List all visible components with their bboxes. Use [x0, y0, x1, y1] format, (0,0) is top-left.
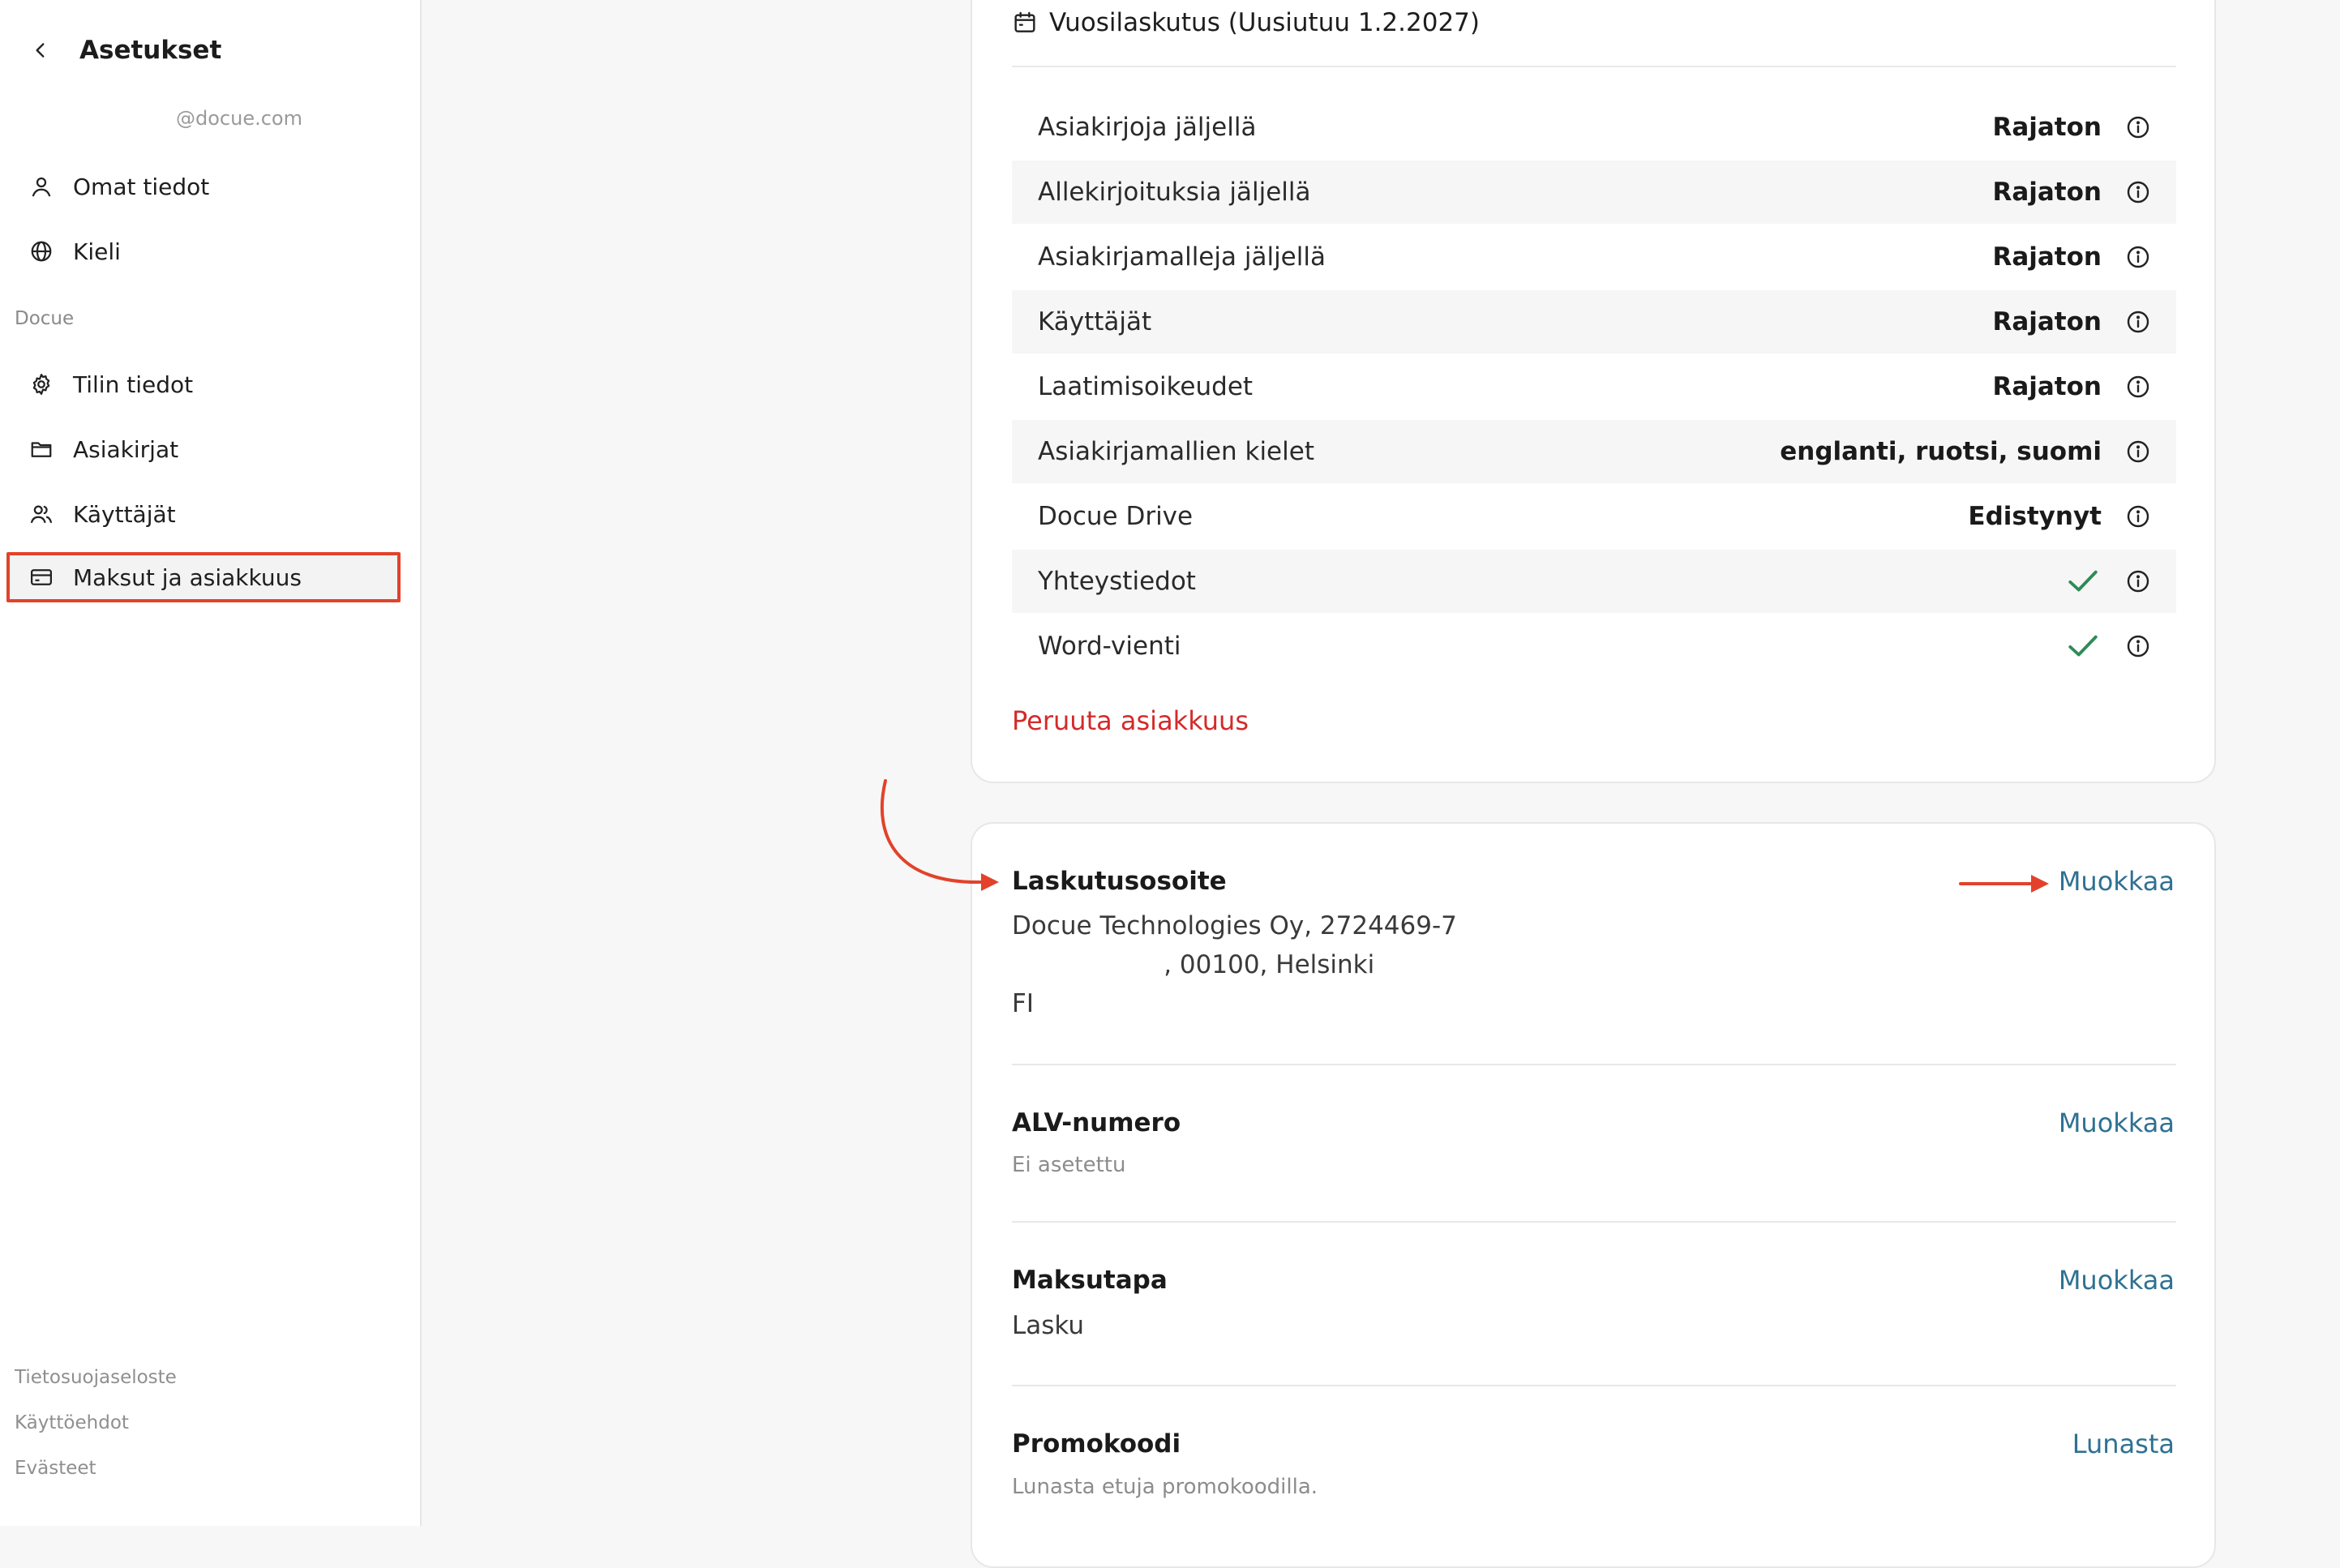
feature-name: Asiakirjamallien kielet: [1038, 437, 1314, 466]
vat-number-value: Ei asetettu: [1012, 1153, 1126, 1177]
info-icon[interactable]: [2124, 438, 2152, 465]
payment-method-title: Maksutapa: [1012, 1266, 1168, 1295]
users-icon: [28, 500, 55, 528]
feature-row: Docue Drive Edistynyt: [1012, 485, 2176, 548]
info-icon[interactable]: [2124, 568, 2152, 595]
cancel-subscription-link[interactable]: Peruuta asiakkuus: [1012, 705, 1249, 736]
feature-row: Asiakirjamalleja jäljellä Rajaton: [1012, 225, 2176, 289]
sidebar-section-label: Docue: [15, 308, 75, 329]
feature-row: Allekirjoituksia jäljellä Rajaton: [1012, 161, 2176, 224]
feature-name: Allekirjoituksia jäljellä: [1038, 178, 1311, 207]
sidebar-item-omat-tiedot[interactable]: Omat tiedot: [8, 160, 399, 213]
redeem-promo-code-link[interactable]: Lunasta: [2072, 1429, 2175, 1459]
sidebar-item-label: Tilin tiedot: [73, 371, 194, 398]
divider: [1012, 1064, 2176, 1065]
sidebar-title: Asetukset: [79, 36, 222, 65]
info-icon[interactable]: [2124, 178, 2152, 206]
privacy-policy-link[interactable]: Tietosuojaseloste: [15, 1367, 177, 1388]
feature-name: Laatimisoikeudet: [1038, 372, 1254, 401]
globe-icon: [28, 238, 55, 265]
edit-payment-method-link[interactable]: Muokkaa: [2059, 1265, 2175, 1296]
sidebar-item-tilin-tiedot[interactable]: Tilin tiedot: [8, 358, 399, 411]
billing-address-line2: , 00100, Helsinki: [1012, 950, 1375, 979]
sidebar-item-kayttajat[interactable]: Käyttäjät: [8, 487, 399, 541]
feature-row: Asiakirjoja jäljellä Rajaton: [1012, 96, 2176, 159]
sidebar-item-label: Kieli: [73, 238, 121, 265]
feature-name: Word-vienti: [1038, 632, 1181, 661]
account-email: @docue.com: [176, 107, 302, 130]
feature-name: Käyttäjät: [1038, 307, 1152, 336]
feature-name: Asiakirjamalleja jäljellä: [1038, 242, 1326, 272]
promo-code-description: Lunasta etuja promokoodilla.: [1012, 1475, 1318, 1499]
check-icon: [2064, 565, 2102, 598]
edit-vat-number-link[interactable]: Muokkaa: [2059, 1107, 2175, 1138]
divider: [1012, 1385, 2176, 1386]
info-icon[interactable]: [2124, 503, 2152, 530]
feature-name: Asiakirjoja jäljellä: [1038, 113, 1257, 142]
feature-row: Asiakirjamallien kielet englanti, ruotsi…: [1012, 420, 2176, 483]
info-icon[interactable]: [2124, 373, 2152, 401]
billing-address-title: Laskutusosoite: [1012, 867, 1227, 896]
feature-value: Edistynyt: [1968, 502, 2102, 531]
info-icon[interactable]: [2124, 114, 2152, 141]
back-button[interactable]: [24, 34, 57, 66]
folder-icon: [28, 435, 55, 463]
info-icon[interactable]: [2124, 243, 2152, 271]
feature-row: Yhteystiedot: [1012, 550, 2176, 613]
vat-number-title: ALV-numero: [1012, 1108, 1181, 1137]
info-icon[interactable]: [2124, 632, 2152, 660]
billing-period-label: Vuosilaskutus (Uusiutuu 1.2.2027): [1049, 8, 1480, 37]
feature-row: Käyttäjät Rajaton: [1012, 290, 2176, 353]
billing-period: Vuosilaskutus (Uusiutuu 1.2.2027): [1012, 5, 1480, 41]
chevron-left-icon: [36, 43, 45, 58]
feature-name: Docue Drive: [1038, 502, 1194, 531]
promo-code-title: Promokoodi: [1012, 1429, 1181, 1459]
sidebar-item-asiakirjat[interactable]: Asiakirjat: [8, 422, 399, 476]
check-icon: [2064, 630, 2102, 662]
calendar-icon: [1014, 11, 1035, 32]
sidebar-item-label: Asiakirjat: [73, 435, 179, 463]
gear-icon: [28, 371, 55, 398]
divider: [1012, 1221, 2176, 1223]
feature-value: Rajaton: [1992, 372, 2102, 401]
user-icon: [28, 173, 55, 200]
sidebar-item-label: Käyttäjät: [73, 500, 176, 528]
feature-value: Rajaton: [1992, 178, 2102, 207]
feature-row: Laatimisoikeudet Rajaton: [1012, 355, 2176, 418]
feature-value: Rajaton: [1992, 307, 2102, 336]
feature-row: Word-vienti: [1012, 615, 2176, 678]
credit-card-icon: [28, 563, 55, 591]
billing-address-line1: Docue Technologies Oy, 2724469-7: [1012, 911, 1457, 940]
edit-billing-address-link[interactable]: Muokkaa: [2059, 866, 2175, 897]
cookies-link[interactable]: Evästeet: [15, 1458, 96, 1479]
feature-value: Rajaton: [1992, 242, 2102, 272]
feature-name: Yhteystiedot: [1038, 567, 1196, 596]
feature-value: englanti, ruotsi, suomi: [1780, 437, 2102, 466]
billing-address-country: FI: [1012, 989, 1034, 1018]
terms-link[interactable]: Käyttöehdot: [15, 1412, 129, 1433]
divider: [1012, 66, 2176, 67]
info-icon[interactable]: [2124, 308, 2152, 336]
settings-sidebar: Asetukset @docue.com Omat tiedot Kieli D…: [0, 0, 422, 1526]
feature-value: Rajaton: [1992, 113, 2102, 142]
sidebar-item-label: Omat tiedot: [73, 173, 210, 200]
sidebar-header: Asetukset: [24, 28, 221, 73]
sidebar-item-maksut-ja-asiakkuus[interactable]: Maksut ja asiakkuus: [8, 552, 399, 602]
sidebar-item-kieli[interactable]: Kieli: [8, 225, 399, 278]
sidebar-item-label: Maksut ja asiakkuus: [73, 563, 302, 591]
payment-method-value: Lasku: [1012, 1311, 1085, 1340]
